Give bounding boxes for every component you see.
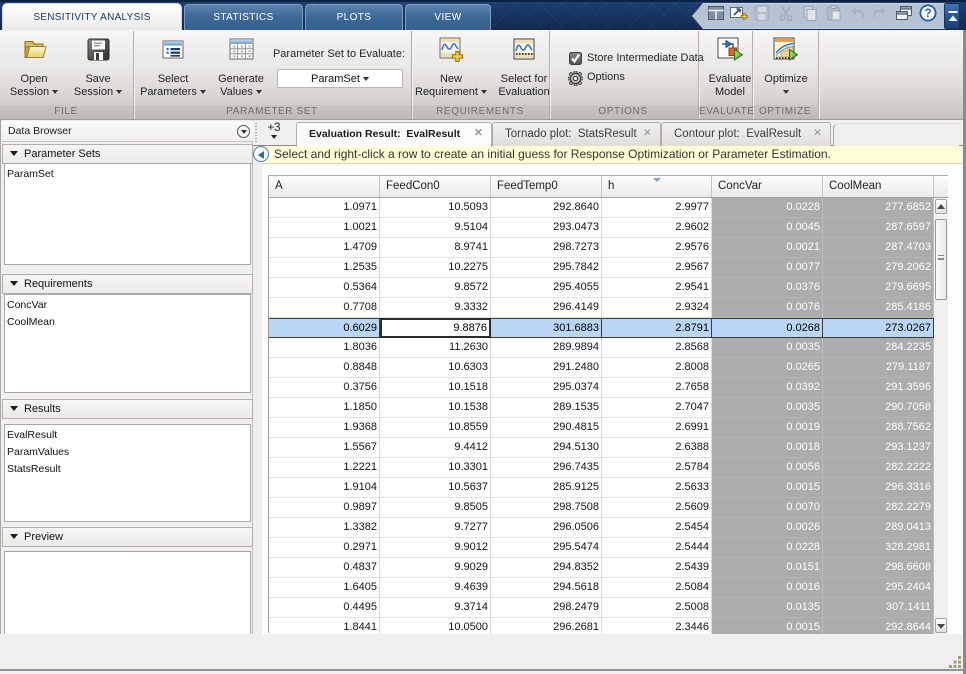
svg-text:?: ? xyxy=(924,8,931,20)
